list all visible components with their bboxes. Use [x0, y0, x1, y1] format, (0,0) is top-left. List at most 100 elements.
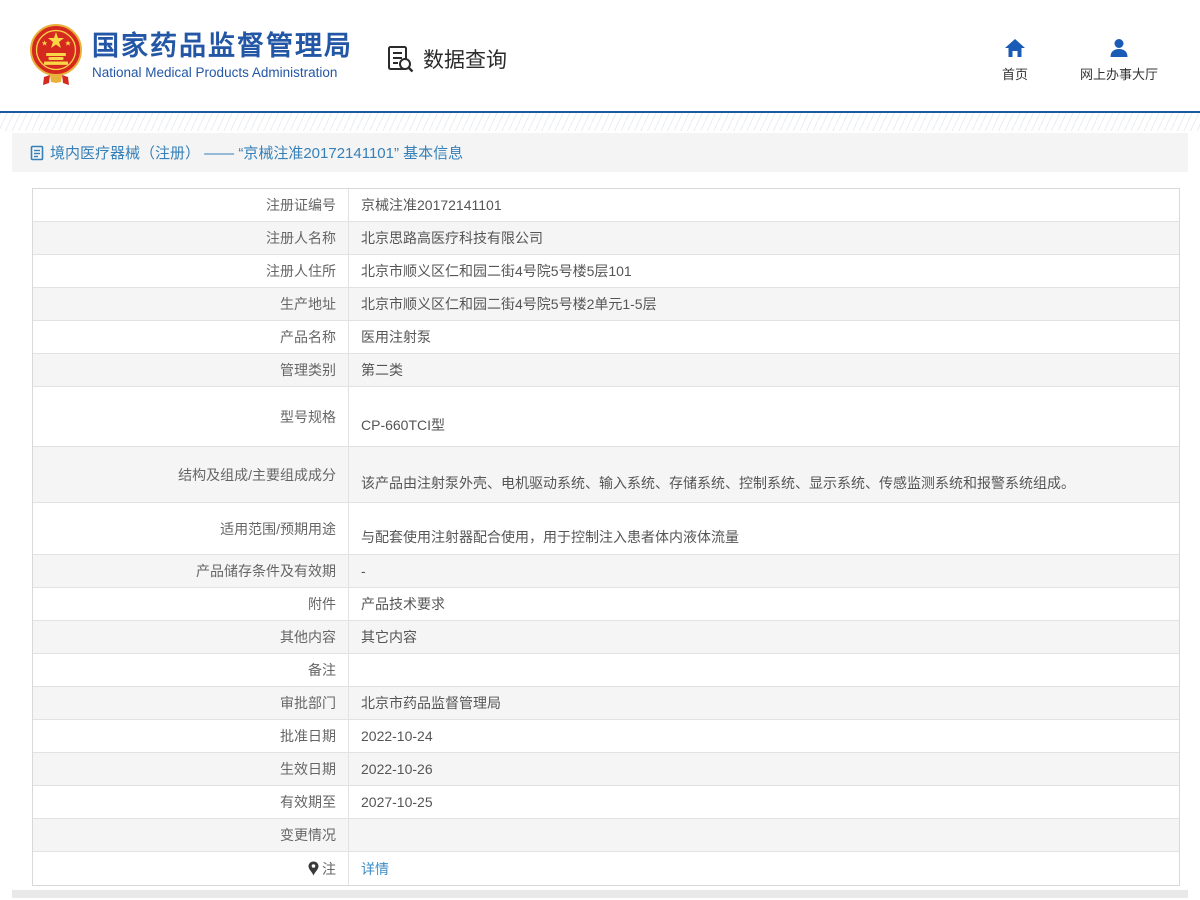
- main-content: 境内医疗器械（注册） —— “京械注准20172141101” 基本信息 注册证…: [12, 133, 1188, 886]
- footer-strip: [12, 890, 1188, 898]
- site-logo[interactable]: 国家药品监督管理局 National Medical Products Admi…: [30, 22, 353, 88]
- table-row: 有效期至 2027-10-25: [33, 786, 1179, 819]
- row-value: 其它内容: [361, 629, 417, 645]
- row-value: [349, 654, 1179, 686]
- nav-service-hall[interactable]: 网上办事大厅: [1080, 38, 1158, 83]
- table-row: 审批部门 北京市药品监督管理局: [33, 687, 1179, 720]
- table-row: 注册人住所 北京市顺义区仁和园二街4号院5号楼5层101: [33, 255, 1179, 288]
- row-value: -: [361, 563, 366, 579]
- table-row: 注册人名称 北京思路高医疗科技有限公司: [33, 222, 1179, 255]
- row-label: 注册人住所: [33, 255, 349, 287]
- row-value: 产品技术要求: [361, 596, 445, 612]
- row-label: 注: [33, 852, 349, 885]
- row-value: 北京思路高医疗科技有限公司: [361, 230, 543, 246]
- data-query-label: 数据查询: [423, 49, 507, 72]
- table-row: 型号规格 CP-660TCI型: [33, 387, 1179, 447]
- row-label: 其他内容: [33, 621, 349, 653]
- row-label-text: 批准日期: [280, 728, 336, 744]
- row-value: 第二类: [361, 362, 403, 378]
- table-row: 批准日期 2022-10-24: [33, 720, 1179, 753]
- table-row: 适用范围/预期用途 与配套使用注射器配合使用，用于控制注入患者体内液体流量: [33, 503, 1179, 555]
- row-label-text: 变更情况: [280, 827, 336, 843]
- registration-info-table: 注册证编号 京械注准20172141101 注册人名称 北京思路高医疗科技有限公…: [32, 188, 1180, 886]
- row-value: 北京市药品监督管理局: [361, 695, 501, 711]
- decorative-hatch-band: [0, 113, 1200, 131]
- row-label: 注册证编号: [33, 189, 349, 221]
- row-label-text: 备注: [308, 662, 336, 678]
- table-row: 其他内容 其它内容: [33, 621, 1179, 654]
- table-row: 生产地址 北京市顺义区仁和园二街4号院5号楼2单元1-5层: [33, 288, 1179, 321]
- table-row: 产品储存条件及有效期 -: [33, 555, 1179, 588]
- data-query-tab[interactable]: 数据查询: [385, 44, 507, 74]
- user-icon: [1108, 38, 1130, 58]
- row-value: 与配套使用注射器配合使用，用于控制注入患者体内液体流量: [361, 528, 739, 545]
- table-row: 结构及组成/主要组成成分 该产品由注射泵外壳、电机驱动系统、输入系统、存储系统、…: [33, 447, 1179, 503]
- nav-service-hall-label: 网上办事大厅: [1079, 67, 1158, 82]
- detail-link[interactable]: 详情: [361, 859, 389, 879]
- row-label: 生效日期: [33, 753, 349, 785]
- row-value: 2022-10-26: [361, 761, 433, 777]
- nav-home[interactable]: 首页: [1002, 38, 1028, 83]
- row-label-text: 附件: [308, 596, 336, 612]
- table-row: 产品名称 医用注射泵: [33, 321, 1179, 354]
- row-value: 该产品由注射泵外壳、电机驱动系统、输入系统、存储系统、控制系统、显示系统、传感监…: [361, 474, 1075, 491]
- row-label-text: 管理类别: [280, 362, 336, 378]
- org-name-block: 国家药品监督管理局 National Medical Products Admi…: [92, 30, 353, 80]
- row-label-text: 其他内容: [280, 629, 336, 645]
- row-label-text: 型号规格: [280, 408, 336, 425]
- row-label: 生产地址: [33, 288, 349, 320]
- table-row: 变更情况: [33, 819, 1179, 852]
- row-value: 北京市顺义区仁和园二街4号院5号楼2单元1-5层: [361, 296, 657, 312]
- row-label: 适用范围/预期用途: [33, 503, 349, 554]
- row-label-text: 产品储存条件及有效期: [196, 563, 336, 579]
- org-title: 国家药品监督管理局: [92, 30, 353, 61]
- row-label-text: 注: [322, 860, 336, 877]
- page-title: 境内医疗器械（注册） —— “京械注准20172141101” 基本信息: [50, 145, 464, 162]
- row-label: 审批部门: [33, 687, 349, 719]
- row-label: 有效期至: [33, 786, 349, 818]
- org-subtitle: National Medical Products Administration: [92, 65, 338, 81]
- row-value: 2027-10-25: [361, 794, 433, 810]
- row-label: 管理类别: [33, 354, 349, 386]
- pin-icon: [308, 861, 319, 876]
- nav-home-label: 首页: [1001, 67, 1028, 82]
- row-label: 型号规格: [33, 387, 349, 446]
- row-value: 京械注准20172141101: [361, 197, 502, 213]
- row-label: 备注: [33, 654, 349, 686]
- row-label: 产品储存条件及有效期: [33, 555, 349, 587]
- table-row: 管理类别 第二类: [33, 354, 1179, 387]
- row-label-text: 生效日期: [280, 761, 336, 777]
- row-value: 北京市顺义区仁和园二街4号院5号楼5层101: [361, 263, 632, 279]
- row-label-text: 生产地址: [280, 296, 336, 312]
- table-row: 备注: [33, 654, 1179, 687]
- row-label: 变更情况: [33, 819, 349, 851]
- national-emblem-icon: [30, 22, 82, 88]
- table-row: 注 详情: [33, 852, 1179, 885]
- document-search-icon: [385, 44, 415, 74]
- table-row: 附件 产品技术要求: [33, 588, 1179, 621]
- row-label-text: 适用范围/预期用途: [220, 520, 336, 537]
- row-label-text: 注册人住所: [266, 263, 336, 279]
- row-label: 注册人名称: [33, 222, 349, 254]
- table-row: 注册证编号 京械注准20172141101: [33, 189, 1179, 222]
- row-value: 医用注射泵: [361, 329, 431, 345]
- table-row: 生效日期 2022-10-26: [33, 753, 1179, 786]
- row-label-text: 有效期至: [280, 794, 336, 810]
- row-value: 详情: [349, 852, 1179, 885]
- row-label: 批准日期: [33, 720, 349, 752]
- row-label-text: 结构及组成/主要组成成分: [178, 466, 336, 483]
- row-value: [349, 819, 1179, 851]
- row-value: 2022-10-24: [361, 728, 433, 744]
- row-label-text: 注册人名称: [266, 230, 336, 246]
- section-title-bar: 境内医疗器械（注册） —— “京械注准20172141101” 基本信息: [12, 133, 1188, 172]
- row-value: CP-660TCI型: [361, 416, 446, 433]
- row-label: 附件: [33, 588, 349, 620]
- row-label-text: 注册证编号: [266, 197, 336, 213]
- row-label: 结构及组成/主要组成成分: [33, 447, 349, 502]
- home-icon: [1004, 38, 1026, 58]
- row-label-text: 产品名称: [280, 329, 336, 345]
- document-icon: [30, 145, 44, 161]
- header-nav: 首页 网上办事大厅: [1002, 38, 1158, 83]
- row-label: 产品名称: [33, 321, 349, 353]
- page-header: 国家药品监督管理局 National Medical Products Admi…: [0, 0, 1200, 113]
